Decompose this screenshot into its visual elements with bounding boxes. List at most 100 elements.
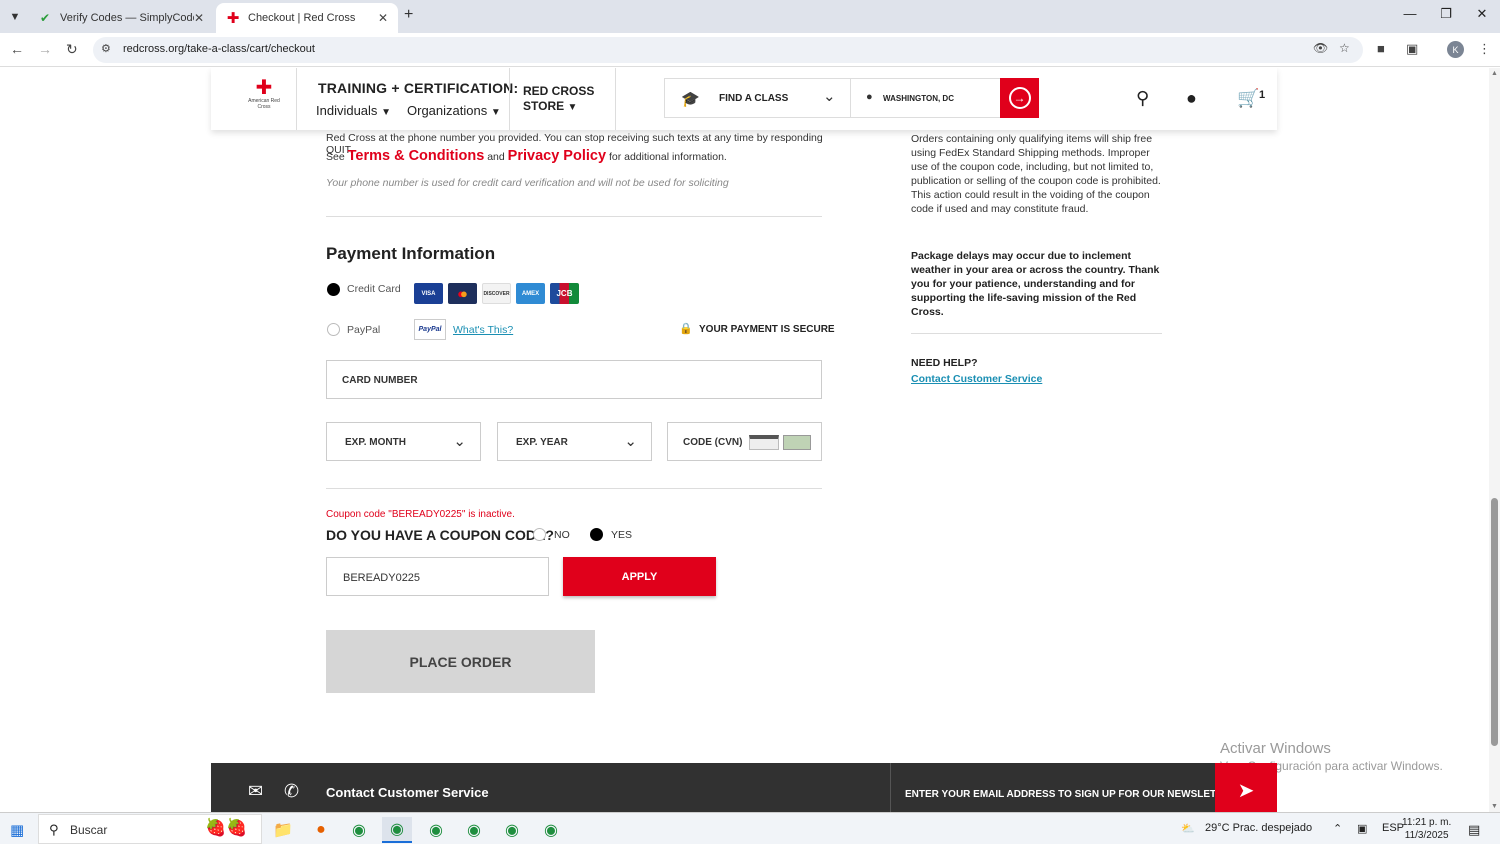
paypal-radio[interactable] [327,323,340,336]
cart-icon[interactable]: 🛒 [1237,88,1259,109]
cart-count: 1 [1259,89,1266,101]
credit-card-radio[interactable] [327,283,340,296]
location-field[interactable]: ● WASHINGTON, DC [851,78,1001,118]
divider [326,488,822,489]
divider [509,68,510,130]
contact-customer-service-link[interactable]: Contact Customer Service [911,373,1042,385]
mail-icon[interactable]: ✉ [248,781,263,802]
visa-card-icon: VISA [414,283,443,304]
chrome-icon[interactable]: ◉ [344,817,374,843]
lock-icon: 🔒 [679,323,693,335]
firefox-icon[interactable]: ● [306,817,336,843]
tab-search-dropdown[interactable]: ▼ [4,6,26,28]
coupon-question: DO YOU HAVE A COUPON CODE? [326,527,554,543]
minimize-icon[interactable]: — [1395,6,1425,21]
store-menu[interactable]: RED CROSS STORE ▼ [523,84,594,115]
apply-coupon-button[interactable]: APPLY [563,557,716,596]
taskbar-search-placeholder: Buscar [70,823,108,837]
chrome-profile-h-icon[interactable]: ◉ [459,817,489,843]
forward-icon[interactable]: → [38,41,52,57]
reload-icon[interactable]: ↻ [66,41,78,58]
close-tab-icon[interactable]: ✕ [194,11,204,25]
discover-card-icon: DISCOVER [482,283,511,304]
system-clock[interactable]: 11:21 p. m. 11/3/2025 [1402,816,1451,842]
network-icon[interactable]: ▣ [1357,822,1367,835]
weather-text[interactable]: 29°C Prac. despejado [1205,822,1312,834]
terms-link[interactable]: Terms & Conditions [348,148,485,164]
redcross-logo[interactable]: ✚ American Red Cross [247,78,281,118]
tab-checkout[interactable]: ✚ Checkout | Red Cross ✕ [216,3,398,33]
coupon-yes-radio[interactable] [590,528,603,541]
whats-this-link[interactable]: What's This? [453,324,513,336]
profile-avatar[interactable]: K [1447,41,1464,58]
file-explorer-icon[interactable]: 📁 [268,817,298,843]
footer-bar: ✉ ✆ Contact Customer Service ENTER YOUR … [211,763,1277,812]
arrow-right-icon: → [1008,87,1031,109]
new-tab-icon[interactable]: + [404,6,413,24]
coupon-no-radio[interactable] [533,528,546,541]
chrome-profile-t-icon[interactable]: ◉ [421,817,451,843]
chrome-profile-w-icon[interactable]: ◉ [536,817,566,843]
exp-year-select[interactable]: EXP. YEAR ⌄ [497,422,652,461]
search-icon[interactable]: ⚲ [1136,88,1149,109]
location-label: WASHINGTON, DC [883,94,954,103]
scroll-down-icon[interactable]: ▼ [1491,803,1498,810]
notifications-icon[interactable]: ▤ [1468,822,1480,838]
training-title: TRAINING + CERTIFICATION: [318,80,519,96]
store-line1: RED CROSS [523,84,595,98]
close-tab-icon[interactable]: ✕ [378,11,388,25]
taskbar-search[interactable]: ⚲ Buscar 🍓🍓 [38,814,262,844]
redcross-favicon-icon: ✚ [226,10,240,27]
url-text[interactable]: redcross.org/take-a-class/cart/checkout [123,43,315,55]
search-highlight-icon: 🍓🍓 [205,818,248,837]
tail-text: for additional information. [608,151,727,163]
menu-individuals-label: Individuals [316,103,378,118]
place-order-button[interactable]: PLACE ORDER [326,630,595,693]
privacy-link[interactable]: Privacy Policy [508,148,606,164]
exp-month-select[interactable]: EXP. MONTH ⌄ [326,422,481,461]
back-icon[interactable]: ← [10,41,24,57]
menu-kebab-icon[interactable]: ⋮ [1478,41,1491,57]
card-number-field[interactable]: CARD NUMBER [326,360,822,399]
scrollbar-thumb[interactable] [1491,498,1498,746]
card-back-icon [749,435,779,450]
close-window-icon[interactable]: ✕ [1467,6,1497,22]
footer-contact-link[interactable]: Contact Customer Service [326,785,489,800]
search-class-go-button[interactable]: → [1000,78,1039,118]
phone-icon[interactable]: ✆ [284,781,299,802]
cvn-field[interactable]: CODE (CVN) [667,422,822,461]
address-bar[interactable]: ⚙ redcross.org/take-a-class/cart/checkou… [93,37,1363,63]
clock-date: 11/3/2025 [1404,830,1449,841]
eye-off-icon[interactable]: 👁 [1313,41,1328,55]
shipping-note: Orders containing only qualifying items … [911,133,1161,215]
extension-icon[interactable]: ■ [1377,41,1385,56]
paypal-logo: PayPal [414,319,446,340]
divider [911,333,1162,334]
find-class-dropdown[interactable]: 🎓 FIND A CLASS ⌄ [664,78,851,118]
browser-tab-bar: ▼ ✔ Verify Codes — SimplyCodes ✕ ✚ Check… [0,0,1500,33]
puzzle-icon[interactable]: ▣ [1406,41,1418,57]
tab-simplycodes[interactable]: ✔ Verify Codes — SimplyCodes ✕ [28,3,214,33]
windows-start-icon[interactable]: ▦ [10,821,24,839]
mastercard-circles: ●● [457,286,468,301]
site-info-icon[interactable]: ⚙ [101,42,111,55]
chrome-profile-g-icon[interactable]: ◉ [497,817,527,843]
weather-icon[interactable]: ⛅ [1181,822,1195,835]
terms-line: See Terms & Conditions and Privacy Polic… [326,148,727,164]
newsletter-send-button[interactable]: ➤ [1215,763,1277,812]
tray-chevron-up-icon[interactable]: ⌃ [1333,822,1342,835]
menu-organizations[interactable]: Organizations ▼ [407,103,501,118]
account-icon[interactable]: ● [1186,88,1197,109]
page-scrollbar[interactable]: ▲ ▼ [1489,68,1500,812]
scroll-up-icon[interactable]: ▲ [1491,70,1498,77]
language-indicator[interactable]: ESP [1382,822,1404,834]
caret-down-icon: ▼ [567,102,578,113]
chrome-profile-k-icon[interactable]: ◉ [382,817,412,843]
tab-title: Checkout | Red Cross [248,12,356,24]
coupon-input[interactable]: BEREADY0225 [326,557,549,596]
restore-icon[interactable]: ❐ [1431,6,1461,22]
phone-note: Your phone number is used for credit car… [326,177,729,189]
bookmark-star-icon[interactable]: ☆ [1339,41,1350,55]
paypal-label: PayPal [347,324,381,336]
menu-individuals[interactable]: Individuals ▼ [316,103,391,118]
